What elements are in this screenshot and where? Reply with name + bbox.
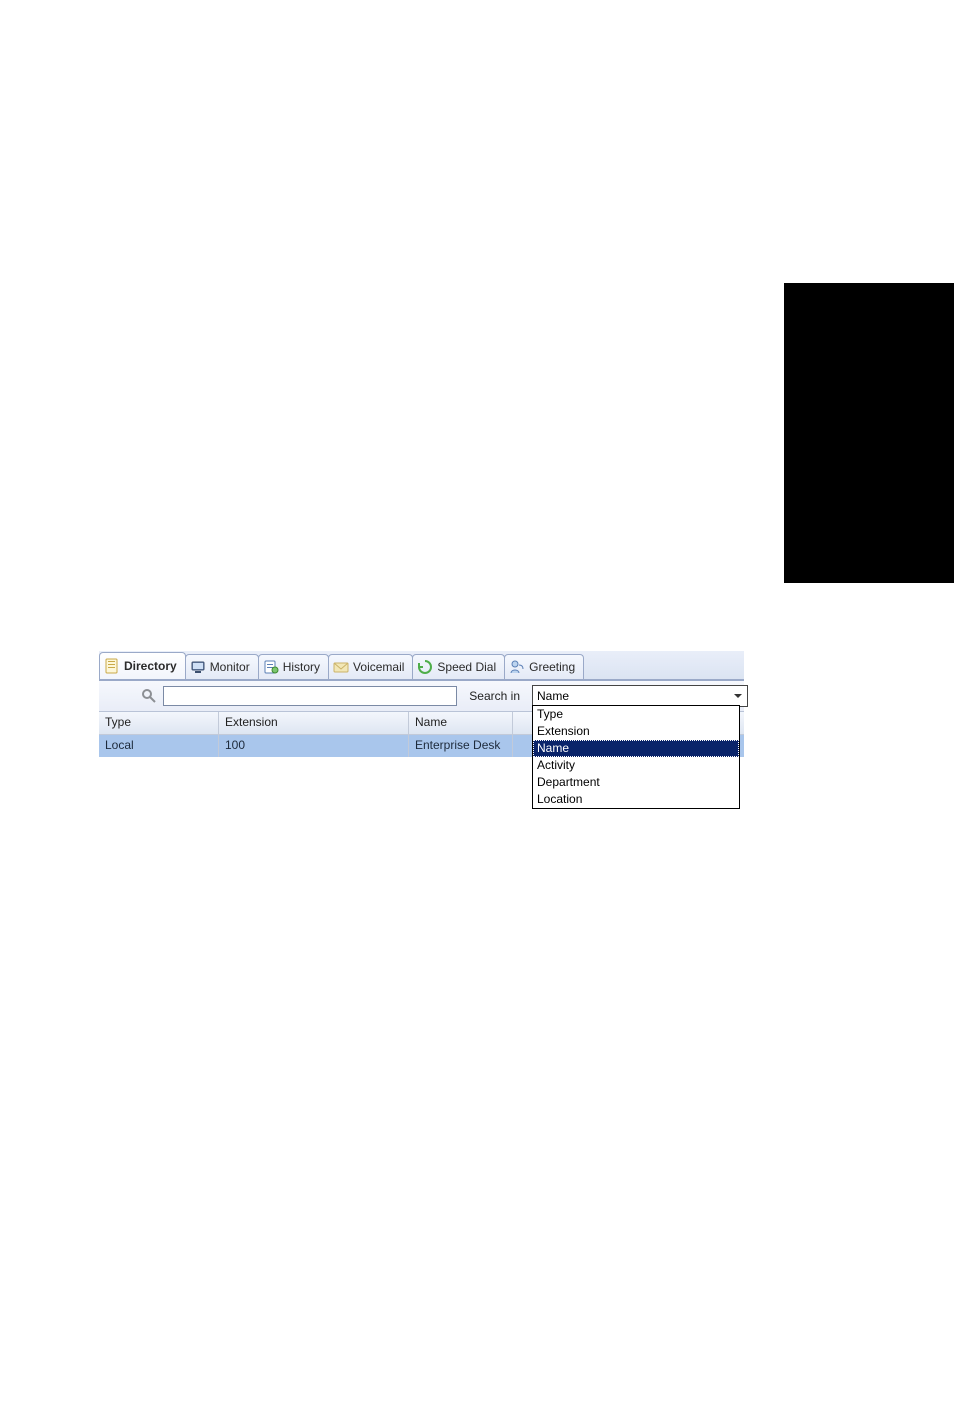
tab-label: Directory bbox=[124, 659, 177, 673]
search-in-label: Search in bbox=[463, 689, 526, 703]
tab-speeddial[interactable]: Speed Dial bbox=[412, 654, 505, 679]
dropdown-option-name[interactable]: Name bbox=[533, 740, 739, 757]
tab-label: Speed Dial bbox=[437, 660, 496, 674]
column-header-name[interactable]: Name bbox=[409, 712, 513, 734]
tab-directory[interactable]: Directory bbox=[99, 652, 186, 679]
dropdown-display[interactable]: Name bbox=[532, 685, 748, 707]
dropdown-option-activity[interactable]: Activity bbox=[533, 757, 739, 774]
column-header-extension[interactable]: Extension bbox=[219, 712, 409, 734]
directory-panel: Directory Monitor History Voicemail Spee… bbox=[99, 651, 744, 757]
search-bar: Search in Name Type Extension Name Activ… bbox=[99, 681, 744, 712]
tab-greeting[interactable]: Greeting bbox=[504, 654, 584, 679]
chevron-down-icon bbox=[731, 689, 745, 703]
dropdown-option-department[interactable]: Department bbox=[533, 774, 739, 791]
tab-voicemail[interactable]: Voicemail bbox=[328, 654, 413, 679]
cell-name: Enterprise Desk bbox=[409, 735, 513, 757]
tab-history[interactable]: History bbox=[258, 654, 329, 679]
dropdown-option-extension[interactable]: Extension bbox=[533, 723, 739, 740]
dropdown-list: Type Extension Name Activity Department … bbox=[532, 705, 740, 809]
cell-extension: 100 bbox=[219, 735, 409, 757]
speeddial-icon bbox=[417, 659, 433, 675]
dropdown-option-type[interactable]: Type bbox=[533, 706, 739, 723]
greeting-icon bbox=[509, 659, 525, 675]
tab-label: Monitor bbox=[210, 660, 250, 674]
search-icon bbox=[103, 688, 157, 704]
dropdown-option-location[interactable]: Location bbox=[533, 791, 739, 808]
search-input[interactable] bbox=[163, 686, 457, 706]
tab-label: Voicemail bbox=[353, 660, 404, 674]
tab-label: Greeting bbox=[529, 660, 575, 674]
voicemail-icon bbox=[333, 659, 349, 675]
history-icon bbox=[263, 659, 279, 675]
monitor-icon bbox=[190, 659, 206, 675]
tab-monitor[interactable]: Monitor bbox=[185, 654, 259, 679]
search-field-dropdown[interactable]: Name Type Extension Name Activity Depart… bbox=[532, 685, 740, 707]
cell-type: Local bbox=[99, 735, 219, 757]
dropdown-value: Name bbox=[537, 689, 569, 703]
column-header-type[interactable]: Type bbox=[99, 712, 219, 734]
tab-label: History bbox=[283, 660, 320, 674]
black-region bbox=[784, 283, 954, 583]
tab-bar: Directory Monitor History Voicemail Spee… bbox=[99, 651, 744, 681]
directory-icon bbox=[104, 658, 120, 674]
